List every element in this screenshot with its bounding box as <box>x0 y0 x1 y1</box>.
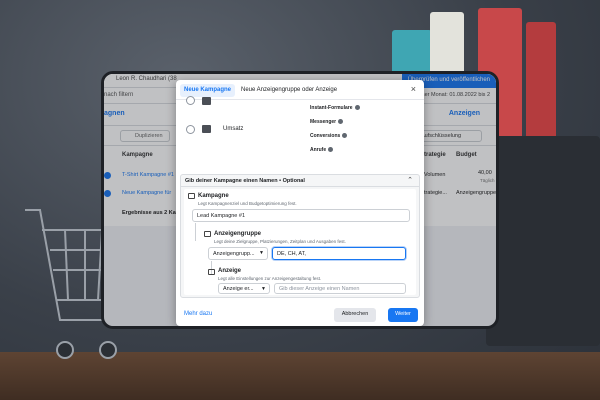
objective-label-sales[interactable]: Umsatz <box>223 126 243 132</box>
info-icon[interactable] <box>338 119 344 125</box>
tab-new-adset-or-ad[interactable]: Neue Anzeigengruppe oder Anzeige <box>241 87 337 93</box>
ad-level-title: Anzeige <box>218 268 242 274</box>
cancel-button[interactable]: Abbrechen <box>334 308 376 322</box>
monitor-screen: Leon R. Chaudhari (38 Überprüfen und ver… <box>101 71 499 329</box>
naming-section: Gib deiner Kampagne einen Namen • Option… <box>180 174 420 298</box>
feature-instant-forms: Instant-Formulare <box>310 105 360 111</box>
adset-level-title: Anzeigengruppe <box>214 231 262 237</box>
ad-name-template-select[interactable]: Anzeige er... ▼ <box>218 283 270 294</box>
learn-more-link[interactable]: Mehr dazu <box>184 311 212 317</box>
folder-icon <box>188 193 195 199</box>
info-icon[interactable] <box>328 147 334 153</box>
dialog-body: Umsatz Instant-Formulare Messenger Conve… <box>176 96 424 300</box>
background-laptop <box>486 136 600 346</box>
feature-conversions: Conversions <box>310 133 348 139</box>
info-icon[interactable] <box>342 133 348 139</box>
ad-level-subtitle: Legt alle Einstellungen zur Anzeigengest… <box>218 276 322 281</box>
campaign-level-subtitle: Legt Kampagnenziel und Budgetoptimierung… <box>198 201 297 206</box>
naming-levels: Kampagne Legt Kampagnenziel und Budgetop… <box>184 189 416 295</box>
dialog-footer: Mehr dazu Abbrechen Weiter <box>176 304 424 326</box>
ad-name-placeholder: Gib dieser Anzeige einen Namen <box>279 286 360 292</box>
ad-name-field[interactable]: Gib dieser Anzeige einen Namen <box>274 283 406 294</box>
feature-calls: Anrufe <box>310 147 334 153</box>
create-campaign-dialog: Neue Kampagne Neue Anzeigengruppe oder A… <box>176 80 424 326</box>
chevron-up-icon[interactable]: ⌃ <box>407 176 413 184</box>
objective-radio-sales[interactable] <box>186 125 195 134</box>
tab-new-campaign[interactable]: Neue Kampagne <box>180 84 236 97</box>
objective-icon <box>202 97 211 105</box>
adset-name-field[interactable]: DE, CH, AT, <box>272 247 406 260</box>
naming-header[interactable]: Gib deiner Kampagne einen Namen • Option… <box>181 175 419 187</box>
briefcase-icon <box>202 125 211 133</box>
naming-title: Gib deiner Kampagne einen Namen • Option… <box>185 178 305 184</box>
next-button[interactable]: Weiter <box>388 308 418 322</box>
close-icon[interactable]: × <box>411 84 416 94</box>
campaign-level-title: Kampagne <box>198 193 229 199</box>
ad-icon <box>208 269 215 275</box>
tree-line <box>195 223 196 241</box>
feature-messenger: Messenger <box>310 119 344 125</box>
campaign-name-field[interactable]: Lead Kampagne #1 <box>192 209 410 222</box>
grid-icon <box>204 231 211 237</box>
dialog-header: Neue Kampagne Neue Anzeigengruppe oder A… <box>176 80 424 100</box>
adset-name-template-select[interactable]: Anzeigengrupp... ▼ <box>208 247 268 260</box>
adset-level-subtitle: Legt deine Zielgruppe, Platzierungen, Ze… <box>214 239 346 244</box>
objective-radio[interactable] <box>186 96 195 105</box>
info-icon[interactable] <box>354 105 360 111</box>
caret-down-icon: ▼ <box>259 250 264 256</box>
caret-down-icon: ▼ <box>261 286 266 292</box>
